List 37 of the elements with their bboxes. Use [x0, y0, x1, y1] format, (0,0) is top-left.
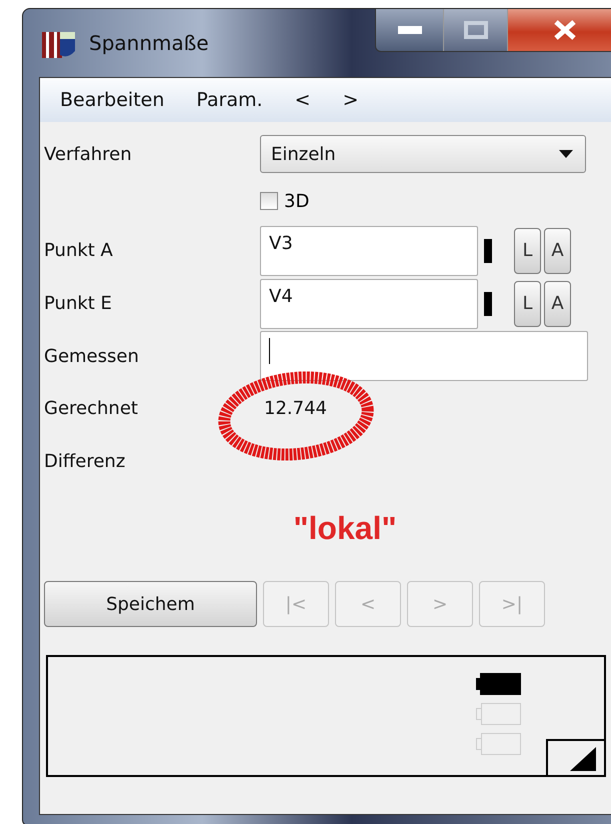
small-button[interactable]: L — [514, 280, 541, 326]
small-button[interactable]: A — [544, 280, 571, 326]
minimize-button[interactable] — [376, 9, 444, 51]
field-label: Verfahren — [44, 144, 133, 164]
marker-icon — [484, 238, 492, 262]
dropdown[interactable]: Einzeln — [260, 135, 586, 173]
maximize-button[interactable] — [444, 9, 508, 51]
text-field[interactable] — [260, 331, 588, 381]
close-icon — [552, 20, 576, 40]
menu-item[interactable]: < — [294, 89, 311, 111]
maximize-icon — [464, 21, 488, 39]
text-field[interactable]: V3 — [260, 226, 478, 276]
dropdown-arrow-icon — [559, 150, 573, 158]
menu-item[interactable]: Bearbeiten — [60, 89, 164, 111]
small-button[interactable]: A — [544, 228, 571, 274]
minimize-icon — [398, 26, 422, 34]
checkbox-label: 3D — [284, 190, 310, 212]
field-label: Gerechnet — [44, 398, 139, 419]
save-button[interactable]: Speichem — [44, 581, 257, 627]
field-label: Punkt A — [44, 240, 114, 261]
marker-icon — [484, 292, 492, 316]
close-button[interactable] — [508, 9, 611, 51]
app-logo-icon — [41, 30, 77, 60]
dropdown-value: Einzeln — [271, 144, 336, 164]
checkbox[interactable] — [260, 192, 278, 210]
window-title: Spannmaße — [89, 31, 209, 55]
field-label: Punkt E — [44, 293, 113, 314]
annotation-text: "lokal" — [293, 510, 397, 547]
resize-triangle-icon — [570, 747, 596, 771]
field-label: Gemessen — [44, 346, 140, 366]
small-button[interactable]: L — [514, 228, 541, 274]
field-label: Differenz — [44, 451, 126, 472]
computed-value: 12.744 — [264, 398, 327, 419]
menu-item[interactable]: Param. — [196, 89, 263, 111]
text-field[interactable]: V4 — [260, 278, 478, 328]
resize-grip[interactable] — [546, 739, 606, 777]
menu-item[interactable]: > — [342, 89, 358, 111]
